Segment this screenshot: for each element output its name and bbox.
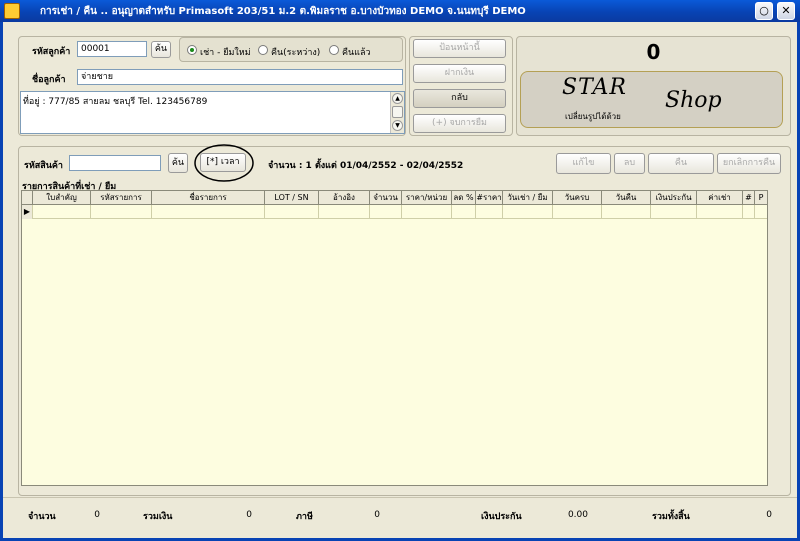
col-deposit[interactable]: เงินประกัน — [651, 191, 697, 205]
brand-star: STAR — [562, 75, 627, 100]
product-code-input[interactable] — [69, 155, 161, 171]
col-item-name[interactable]: ชื่อรายการ — [152, 191, 265, 205]
cell-deposit[interactable] — [651, 205, 697, 219]
rental-items-grid[interactable]: ใบสำคัญ รหัสรายการ ชื่อรายการ LOT / SN อ… — [21, 190, 768, 486]
cell-rent-fee[interactable] — [697, 205, 743, 219]
cell-quantity[interactable] — [370, 205, 402, 219]
radio-returning[interactable] — [258, 45, 268, 55]
col-voucher[interactable]: ใบสำคัญ — [33, 191, 91, 205]
address-text: ที่อยู่ : 777/85 สายลม ชลบุรี Tel. 12345… — [23, 97, 208, 107]
grid-header-corner — [22, 191, 33, 205]
customer-name-label: ชื่อลูกค้า — [32, 75, 66, 85]
footer-qty-value: 0 — [94, 510, 100, 520]
back-button[interactable]: กลับ — [413, 89, 506, 108]
cell-lot-sn[interactable] — [265, 205, 319, 219]
table-row[interactable]: ▶ — [22, 205, 767, 219]
customer-name-input[interactable]: จ่ายชาย — [77, 69, 403, 85]
scroll-thumb[interactable] — [392, 106, 403, 118]
grid-header: ใบสำคัญ รหัสรายการ ชื่อรายการ LOT / SN อ… — [22, 191, 767, 205]
customer-code-input[interactable]: 00001 — [77, 41, 147, 57]
window-title: การเช่า / คืน .. อนุญาตสำหรับ Primasoft … — [40, 6, 526, 17]
col-discount[interactable]: ลด % — [452, 191, 476, 205]
cell-hash[interactable] — [743, 205, 755, 219]
col-quantity[interactable]: จำนวน — [370, 191, 402, 205]
col-reference[interactable]: อ้างอิง — [319, 191, 370, 205]
highlight-circle — [194, 144, 254, 182]
col-p[interactable]: P — [755, 191, 767, 205]
cell-voucher[interactable] — [33, 205, 91, 219]
footer-deposit-label: เงินประกัน — [481, 512, 522, 522]
col-rent-fee[interactable]: ค่าเช่า — [697, 191, 743, 205]
radio-returned-label: คืนแล้ว — [342, 48, 371, 58]
footer-tax-label: ภาษี — [296, 512, 313, 522]
return-button[interactable]: คืน — [648, 153, 714, 174]
col-due-date[interactable]: วันครบ — [553, 191, 602, 205]
scroll-up-icon[interactable]: ▲ — [392, 93, 403, 104]
col-rent-date[interactable]: วันเช่า / ยืม — [503, 191, 553, 205]
title-bar: การเช่า / คืน .. อนุญาตสำหรับ Primasoft … — [0, 0, 800, 22]
address-scrollbar[interactable]: ▲ ▼ — [390, 92, 404, 133]
radio-returned[interactable] — [329, 45, 339, 55]
cell-item-code[interactable] — [91, 205, 152, 219]
cell-reference[interactable] — [319, 205, 370, 219]
edit-button[interactable]: แก้ไข — [556, 153, 611, 174]
delete-button[interactable]: ลบ — [614, 153, 645, 174]
footer-sum-label: รวมเงิน — [143, 512, 173, 522]
cell-price-flag[interactable] — [476, 205, 503, 219]
col-return-date[interactable]: วันคืน — [602, 191, 651, 205]
date-range-summary: จำนวน : 1 ตั้งแต่ 01/04/2552 - 02/04/255… — [268, 161, 464, 171]
customer-code-label: รหัสลูกค้า — [32, 47, 71, 57]
scroll-down-icon[interactable]: ▼ — [392, 120, 403, 131]
product-search-button[interactable]: ค้น — [168, 153, 188, 173]
counter-display: 0 — [646, 40, 661, 64]
prev-button[interactable]: ป้อนหน้านี้ — [413, 39, 506, 58]
col-hash[interactable]: # — [743, 191, 755, 205]
radio-returning-label: คืน(ระหว่าง) — [271, 48, 321, 58]
cell-due-date[interactable] — [553, 205, 602, 219]
row-indicator-icon: ▶ — [22, 205, 33, 219]
cell-item-name[interactable] — [152, 205, 265, 219]
col-item-code[interactable]: รหัสรายการ — [91, 191, 152, 205]
brand-caption: เปลี่ยนรูปได้ด้วย — [565, 112, 621, 121]
customer-search-button[interactable]: ค้น — [151, 41, 171, 58]
finish-borrow-button[interactable]: (+) จบการยืม — [413, 114, 506, 133]
footer-sum-value: 0 — [246, 510, 252, 520]
app-icon — [4, 3, 20, 19]
radio-new-rent[interactable] — [187, 45, 197, 55]
col-unit-price[interactable]: ราคา/หน่วย — [402, 191, 452, 205]
footer-tax-value: 0 — [374, 510, 380, 520]
deposit-button[interactable]: ฝากเงิน — [413, 64, 506, 83]
close-button[interactable]: ✕ — [777, 2, 795, 20]
brand-shop: Shop — [665, 88, 722, 113]
radio-new-rent-label: เช่า - ยืมใหม่ — [200, 48, 251, 58]
minimize-button[interactable]: ○ — [755, 2, 773, 20]
footer-deposit-value: 0.00 — [567, 510, 588, 520]
col-price-flag[interactable]: #ราคา — [476, 191, 503, 205]
cell-discount[interactable] — [452, 205, 476, 219]
cell-unit-price[interactable] — [402, 205, 452, 219]
product-code-label: รหัสสินค้า — [24, 161, 63, 171]
footer-total-value: 0 — [766, 510, 772, 520]
footer-divider — [3, 497, 797, 498]
brand-logo — [520, 71, 783, 128]
col-lot-sn[interactable]: LOT / SN — [265, 191, 319, 205]
cell-p[interactable] — [755, 205, 767, 219]
cancel-return-button[interactable]: ยกเลิกการคืน — [717, 153, 781, 174]
cell-return-date[interactable] — [602, 205, 651, 219]
cell-rent-date[interactable] — [503, 205, 553, 219]
footer-qty-label: จำนวน — [28, 512, 56, 522]
footer-total-label: รวมทั้งสิ้น — [652, 512, 690, 522]
